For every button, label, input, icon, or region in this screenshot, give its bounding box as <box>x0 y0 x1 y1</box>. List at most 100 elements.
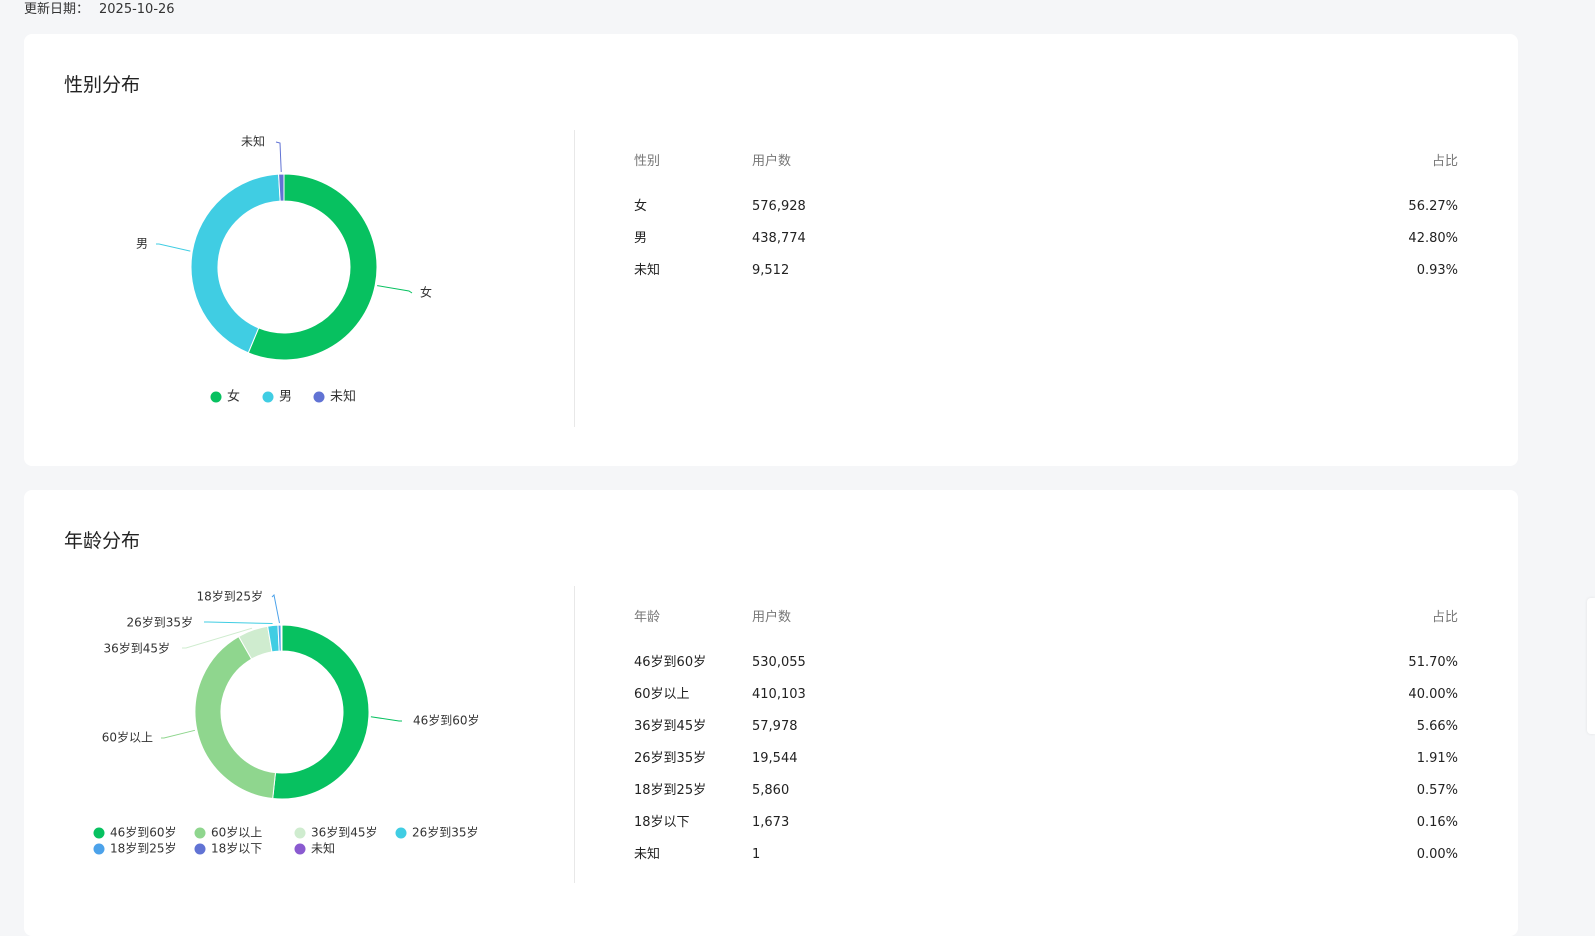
age-percent-col-header: 占比 <box>1431 610 1458 625</box>
table-row: 女 576,928 56.27% <box>634 197 1458 229</box>
age-divider <box>574 586 575 883</box>
legend-label-0[interactable]: 46岁到60岁 <box>110 825 177 840</box>
update-date-line: 更新日期： 2025-10-26 <box>24 0 175 17</box>
update-label: 更新日期： <box>24 2 90 17</box>
gender-table-header: 性别 用户数 占比 <box>634 152 1458 184</box>
gender-distribution-card: 性别分布 女男未知女男未知 性别 用户数 占比 女 576,928 56.27%… <box>24 34 1518 466</box>
legend-dot-4[interactable] <box>93 843 105 855</box>
gender-chart-area: 女男未知女男未知 <box>64 129 574 433</box>
legend-dot-5[interactable] <box>194 843 206 855</box>
legend-label-3[interactable]: 26岁到35岁 <box>412 825 479 840</box>
gender-table: 性别 用户数 占比 女 576,928 56.27% 男 438,774 42.… <box>634 152 1458 293</box>
table-row: 18岁到25岁 5,860 0.57% <box>634 781 1458 813</box>
age-users-col-header: 用户数 <box>752 610 792 625</box>
donut-label-3: 26岁到35岁 <box>126 615 193 630</box>
age-chart-area: 46岁到60岁 60岁以上 36岁到45岁 26岁到35岁 18岁到25岁 46岁到60岁… <box>64 585 574 889</box>
gender-donut-chart[interactable]: 女男未知女男未知 <box>64 129 574 429</box>
row-percent: 1.91% <box>1416 751 1458 766</box>
row-label: 18岁到25岁 <box>634 783 707 798</box>
donut-label-2: 未知 <box>241 135 265 149</box>
gender-divider <box>574 130 575 427</box>
table-row: 未知 9,512 0.93% <box>634 261 1458 293</box>
legend-dot-6[interactable] <box>294 843 306 855</box>
donut-label-line-1 <box>161 729 196 739</box>
legend-dot-1[interactable] <box>262 391 274 403</box>
row-label: 男 <box>634 231 648 246</box>
legend-dot-2[interactable] <box>313 391 325 403</box>
table-row: 60岁以上 410,103 40.00% <box>634 685 1458 717</box>
legend-dot-2[interactable] <box>294 827 306 839</box>
legend-label-0[interactable]: 女 <box>227 389 240 405</box>
donut-label-1: 男 <box>136 237 148 251</box>
row-percent: 42.80% <box>1408 231 1458 246</box>
row-label: 女 <box>634 199 648 214</box>
legend-label-1[interactable]: 60岁以上 <box>211 825 262 840</box>
legend-label-2[interactable]: 未知 <box>330 389 356 405</box>
donut-label-line-4 <box>271 593 280 624</box>
donut-label-line-3 <box>204 621 273 624</box>
donut-slice-1[interactable] <box>194 635 277 800</box>
gender-card-title: 性别分布 <box>64 74 141 96</box>
donut-label-line-1 <box>156 243 191 252</box>
row-percent: 0.57% <box>1416 783 1458 798</box>
age-donut-chart[interactable]: 46岁到60岁60岁以上36岁到45岁26岁到35岁18岁到25岁46岁到60岁… <box>64 585 574 885</box>
legend-dot-0[interactable] <box>93 827 105 839</box>
age-distribution-card: 年龄分布 46岁到60岁 60岁以上 36岁到45岁 26岁到35岁 18岁到25岁 46… <box>24 490 1518 936</box>
row-label: 26岁到35岁 <box>634 751 707 766</box>
table-row: 36岁到45岁 57,978 5.66% <box>634 717 1458 749</box>
gender-col-header: 性别 <box>634 154 661 169</box>
row-label: 未知 <box>634 847 661 862</box>
row-label: 36岁到45岁 <box>634 719 707 734</box>
age-col-header: 年龄 <box>634 610 661 625</box>
table-row: 未知 1 0.00% <box>634 845 1458 877</box>
row-percent: 0.16% <box>1416 815 1458 830</box>
row-label: 46岁到60岁 <box>634 655 707 670</box>
age-card-title: 年龄分布 <box>64 530 141 552</box>
row-label: 18岁以下 <box>634 815 690 830</box>
update-date: 2025-10-26 <box>99 2 175 17</box>
legend-dot-3[interactable] <box>395 827 407 839</box>
row-count: 410,103 <box>752 687 806 702</box>
side-panel-handle[interactable] <box>1587 598 1595 734</box>
legend-label-2[interactable]: 36岁到45岁 <box>311 825 378 840</box>
donut-label-2: 36岁到45岁 <box>103 641 170 656</box>
table-row: 46岁到60岁 530,055 51.70% <box>634 653 1458 685</box>
row-percent: 56.27% <box>1408 199 1458 214</box>
row-count: 1,673 <box>752 815 790 830</box>
donut-label-0: 女 <box>420 285 432 300</box>
donut-label-line-0 <box>377 285 413 294</box>
row-count: 438,774 <box>752 231 806 246</box>
row-label: 60岁以上 <box>634 687 690 702</box>
row-percent: 51.70% <box>1408 655 1458 670</box>
row-label: 未知 <box>634 263 661 278</box>
age-table-header: 年龄 用户数 占比 <box>634 608 1458 640</box>
age-table: 年龄 用户数 占比 46岁到60岁 530,055 51.70% 60岁以上 4… <box>634 608 1458 877</box>
table-row: 18岁以下 1,673 0.16% <box>634 813 1458 845</box>
row-count: 9,512 <box>752 263 790 278</box>
row-count: 1 <box>752 847 761 862</box>
donut-label-4: 18岁到25岁 <box>196 589 263 604</box>
row-count: 576,928 <box>752 199 806 214</box>
legend-label-6[interactable]: 未知 <box>311 842 335 856</box>
donut-slice-0[interactable] <box>272 624 370 800</box>
legend-label-5[interactable]: 18岁以下 <box>211 841 262 856</box>
donut-label-0: 46岁到60岁 <box>413 713 480 728</box>
legend-dot-1[interactable] <box>194 827 206 839</box>
row-percent: 5.66% <box>1416 719 1458 734</box>
row-percent: 0.93% <box>1416 263 1458 278</box>
donut-slice-1[interactable] <box>190 173 281 354</box>
donut-label-line-0 <box>370 716 402 722</box>
row-percent: 0.00% <box>1416 847 1458 862</box>
row-count: 530,055 <box>752 655 806 670</box>
table-row: 26岁到35岁 19,544 1.91% <box>634 749 1458 781</box>
row-percent: 40.00% <box>1408 687 1458 702</box>
row-count: 57,978 <box>752 719 798 734</box>
donut-label-line-2 <box>275 141 282 173</box>
table-row: 男 438,774 42.80% <box>634 229 1458 261</box>
legend-label-1[interactable]: 男 <box>279 390 292 405</box>
row-count: 5,860 <box>752 783 790 798</box>
legend-label-4[interactable]: 18岁到25岁 <box>110 841 177 856</box>
row-count: 19,544 <box>752 751 798 766</box>
legend-dot-0[interactable] <box>210 391 222 403</box>
donut-label-1: 60岁以上 <box>102 730 153 745</box>
